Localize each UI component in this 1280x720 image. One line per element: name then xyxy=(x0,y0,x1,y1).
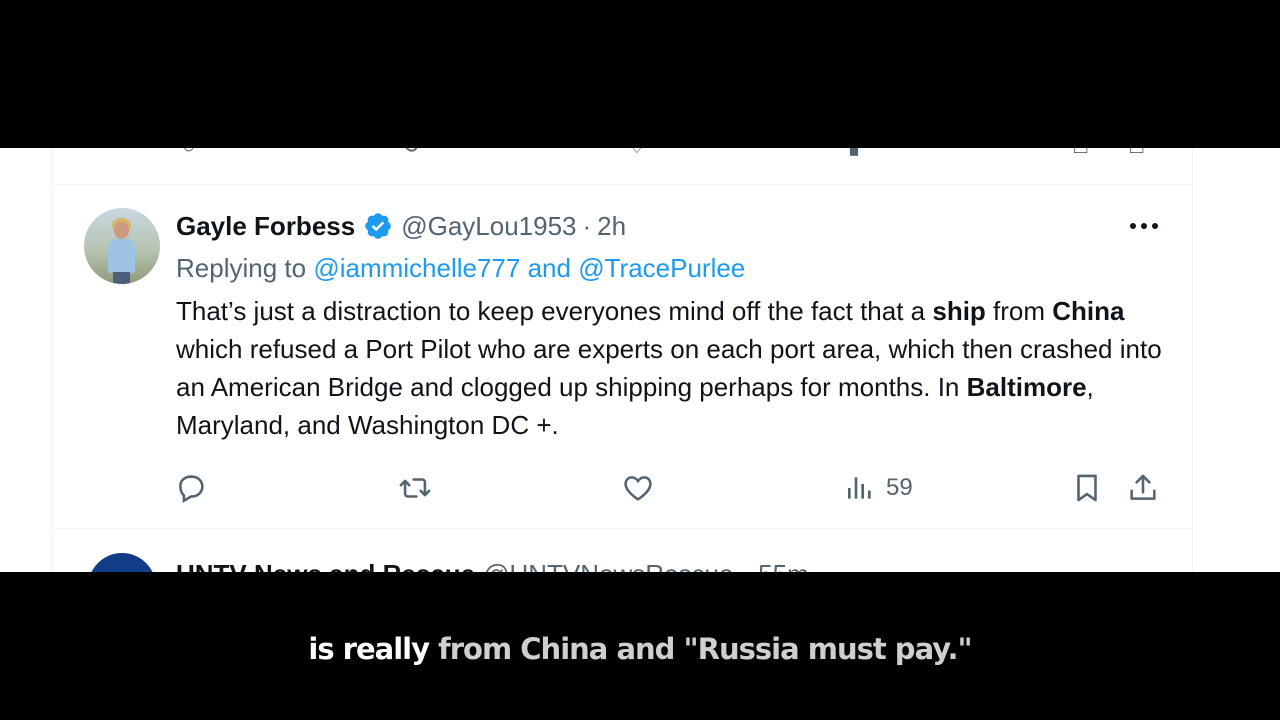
tweet-timestamp[interactable]: 2h xyxy=(597,211,626,242)
timeline: ○ ↻ ♡ ▮ □ □ Gayle Forbess xyxy=(51,148,1193,572)
text-segment: That’s just a distraction to keep everyo… xyxy=(176,296,933,326)
mention-link[interactable]: @TracePurlee xyxy=(578,253,745,284)
author-display-name[interactable]: UNTV News and Rescue xyxy=(176,559,475,572)
tweet-text: That’s just a distraction to keep everyo… xyxy=(176,292,1166,444)
separator-dot: · xyxy=(741,559,750,572)
tweet-header: Gayle Forbess @GayLou1953 · 2h xyxy=(176,206,626,246)
like-icon[interactable]: ♡ xyxy=(627,148,647,158)
share-button[interactable] xyxy=(1126,470,1160,506)
reply-icon[interactable]: ○ xyxy=(182,148,195,158)
more-horizontal-icon xyxy=(1130,223,1158,229)
avatar[interactable] xyxy=(84,208,160,284)
text-bold: ship xyxy=(932,296,986,326)
repost-icon xyxy=(399,478,431,498)
text-bold: Baltimore xyxy=(966,372,1087,402)
views-count: 59 xyxy=(886,474,913,501)
author-handle[interactable]: @UNTVNewsRescue xyxy=(483,559,733,572)
author-handle[interactable]: @GayLou1953 xyxy=(401,211,576,242)
replying-and: and xyxy=(527,252,571,283)
tweet-timestamp[interactable]: 55m xyxy=(758,559,809,572)
replying-to-line: Replying to @iammichelle777 and @TracePu… xyxy=(176,249,745,287)
more-horizontal-icon[interactable]: ⋯ xyxy=(1128,565,1150,572)
next-tweet[interactable]: UNTV News and Rescue @UNTVNewsRescue · 5… xyxy=(52,529,1192,572)
tweet-actions: 59 xyxy=(52,470,1192,506)
author-display-name[interactable]: Gayle Forbess xyxy=(176,211,355,242)
heart-icon xyxy=(624,476,652,501)
caption-rest: from China and "Russia must pay." xyxy=(438,632,973,666)
text-bold: China xyxy=(1052,296,1125,326)
repost-button[interactable] xyxy=(396,470,434,506)
tweet-header: UNTV News and Rescue @UNTVNewsRescue · 5… xyxy=(176,559,809,572)
views-icon[interactable]: ▮ xyxy=(848,148,860,158)
divider xyxy=(52,184,1192,185)
share-icon xyxy=(1130,474,1156,500)
text-segment: from xyxy=(985,296,1053,326)
video-caption: is really from China and "Russia must pa… xyxy=(0,632,1280,676)
like-button[interactable] xyxy=(621,470,655,506)
avatar[interactable] xyxy=(88,553,156,572)
caption-highlight: is really xyxy=(308,632,430,666)
repost-icon[interactable]: ↻ xyxy=(402,148,420,158)
separator-dot: · xyxy=(582,210,592,241)
verified-badge-icon xyxy=(363,211,393,241)
previous-tweet-actions: ○ ↻ ♡ ▮ □ □ xyxy=(52,148,1192,158)
reply-icon xyxy=(179,475,204,504)
bookmark-icon xyxy=(1077,474,1097,502)
bookmark-button[interactable] xyxy=(1070,470,1104,506)
views-button[interactable]: 59 xyxy=(844,470,913,506)
bookmark-icon[interactable]: □ xyxy=(1074,148,1087,158)
more-options-button[interactable] xyxy=(1128,210,1160,242)
reply-button[interactable] xyxy=(174,470,208,506)
browser-viewport: ○ ↻ ♡ ▮ □ □ Gayle Forbess xyxy=(0,148,1280,572)
bar-chart-icon xyxy=(848,477,871,499)
replying-prefix: Replying to xyxy=(176,252,307,283)
share-icon[interactable]: □ xyxy=(1130,148,1143,158)
mention-link[interactable]: @iammichelle777 xyxy=(313,253,520,284)
